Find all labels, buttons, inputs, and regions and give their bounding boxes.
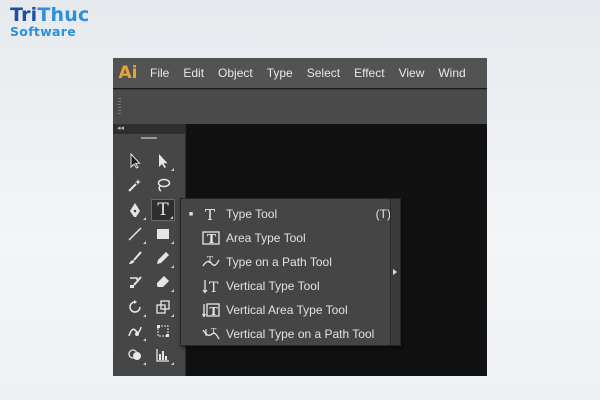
paintbrush-tool[interactable] bbox=[123, 247, 147, 269]
type-tools-flyout: ■ T Type Tool (T) T Area Type Tool T Typ… bbox=[180, 198, 401, 346]
hollow-arrow-icon bbox=[159, 154, 168, 168]
pen-icon bbox=[130, 203, 140, 217]
type-on-path-icon: T bbox=[201, 253, 221, 271]
flyout-label: Vertical Area Type Tool bbox=[226, 303, 348, 317]
pen-tool[interactable] bbox=[123, 199, 147, 221]
menu-object[interactable]: Object bbox=[211, 66, 260, 80]
svg-text:T: T bbox=[205, 206, 215, 222]
menu-view[interactable]: View bbox=[392, 66, 432, 80]
flyout-label: Type on a Path Tool bbox=[226, 255, 332, 269]
menu-bar: Ai File Edit Object Type Select Effect V… bbox=[113, 58, 487, 88]
magic-wand-tool[interactable] bbox=[123, 174, 147, 196]
scale-tool[interactable] bbox=[151, 296, 175, 318]
flyout-list: ■ T Type Tool (T) T Area Type Tool T Typ… bbox=[181, 202, 399, 346]
eraser-icon bbox=[157, 276, 169, 287]
shape-builder-icon bbox=[128, 349, 141, 360]
shape-builder-tool[interactable] bbox=[123, 344, 147, 366]
pencil-icon bbox=[157, 252, 169, 264]
flyout-item-type-tool[interactable]: ■ T Type Tool (T) bbox=[181, 202, 399, 226]
flyout-item-vertical-area-type-tool[interactable]: T Vertical Area Type Tool bbox=[181, 298, 399, 322]
type-icon: T bbox=[157, 199, 169, 220]
svg-text:T: T bbox=[209, 280, 219, 294]
flyout-label: Area Type Tool bbox=[226, 231, 306, 245]
flyout-label: Type Tool bbox=[226, 207, 278, 221]
flyout-item-vertical-type-tool[interactable]: T Vertical Type Tool bbox=[181, 274, 399, 298]
eraser-tool[interactable] bbox=[151, 271, 175, 293]
menu-effect[interactable]: Effect bbox=[347, 66, 391, 80]
line-segment-tool[interactable] bbox=[123, 223, 147, 245]
brush-icon bbox=[129, 251, 142, 264]
tools-panel-grip[interactable] bbox=[141, 137, 157, 139]
blob-brush-tool[interactable] bbox=[123, 271, 147, 293]
svg-text:T: T bbox=[207, 232, 216, 246]
vertical-type-on-path-icon: T bbox=[201, 325, 221, 343]
menu-edit[interactable]: Edit bbox=[176, 66, 211, 80]
control-bar bbox=[113, 89, 487, 125]
vertical-area-type-icon: T bbox=[201, 301, 221, 319]
free-transform-icon bbox=[157, 325, 169, 337]
menu-window[interactable]: Wind bbox=[431, 66, 472, 80]
watermark-line1: TriThuc bbox=[10, 6, 89, 25]
warp-tool[interactable] bbox=[123, 320, 147, 342]
lasso-tool[interactable] bbox=[151, 174, 175, 196]
menu-file[interactable]: File bbox=[143, 66, 176, 80]
tools-panel: ◂◂ T bbox=[113, 124, 186, 376]
line-icon bbox=[128, 227, 142, 241]
direct-selection-tool[interactable] bbox=[151, 150, 175, 172]
flyout-shortcut: (T) bbox=[375, 207, 391, 221]
rectangle-tool[interactable] bbox=[151, 223, 175, 245]
arrow-icon bbox=[130, 153, 141, 169]
watermark-tri: Tri bbox=[10, 4, 38, 26]
graph-icon bbox=[156, 349, 169, 362]
flyout-label: Vertical Type on a Path Tool bbox=[226, 327, 375, 341]
svg-text:T: T bbox=[207, 256, 213, 266]
vertical-type-icon: T bbox=[201, 277, 221, 295]
type-icon: T bbox=[201, 205, 221, 223]
menu-select[interactable]: Select bbox=[300, 66, 347, 80]
watermark-logo: TriThuc Software bbox=[10, 6, 89, 39]
watermark-thuc: Thuc bbox=[37, 4, 90, 26]
app-logo: Ai bbox=[118, 63, 138, 83]
menu-type[interactable]: Type bbox=[260, 66, 300, 80]
control-bar-grip[interactable] bbox=[118, 98, 121, 116]
scale-icon bbox=[156, 300, 170, 314]
magic-wand-icon bbox=[128, 179, 141, 192]
selected-marker: ■ bbox=[188, 210, 194, 218]
watermark-line2: Software bbox=[10, 24, 77, 39]
area-type-icon: T bbox=[201, 229, 221, 247]
svg-text:T: T bbox=[210, 305, 219, 318]
flyout-item-vertical-type-on-path-tool[interactable]: T Vertical Type on a Path Tool bbox=[181, 322, 399, 346]
rectangle-icon bbox=[157, 229, 169, 239]
selection-tool[interactable] bbox=[123, 150, 147, 172]
flyout-tearoff-handle[interactable] bbox=[390, 199, 400, 345]
pencil-tool[interactable] bbox=[151, 247, 175, 269]
tearoff-arrow-icon bbox=[393, 269, 397, 275]
blob-brush-icon bbox=[130, 276, 142, 288]
svg-text:T: T bbox=[211, 327, 217, 336]
graph-tool[interactable] bbox=[151, 344, 175, 366]
warp-icon bbox=[128, 326, 142, 337]
flyout-label: Vertical Type Tool bbox=[226, 279, 320, 293]
rotate-tool[interactable] bbox=[123, 296, 147, 318]
rotate-icon bbox=[129, 300, 141, 313]
flyout-item-type-on-path-tool[interactable]: T Type on a Path Tool bbox=[181, 250, 399, 274]
free-transform-tool[interactable] bbox=[151, 320, 175, 342]
lasso-icon bbox=[157, 178, 171, 192]
type-tool[interactable]: T bbox=[151, 199, 175, 221]
flyout-item-area-type-tool[interactable]: T Area Type Tool bbox=[181, 226, 399, 250]
tools-panel-collapse[interactable]: ◂◂ bbox=[113, 124, 185, 134]
